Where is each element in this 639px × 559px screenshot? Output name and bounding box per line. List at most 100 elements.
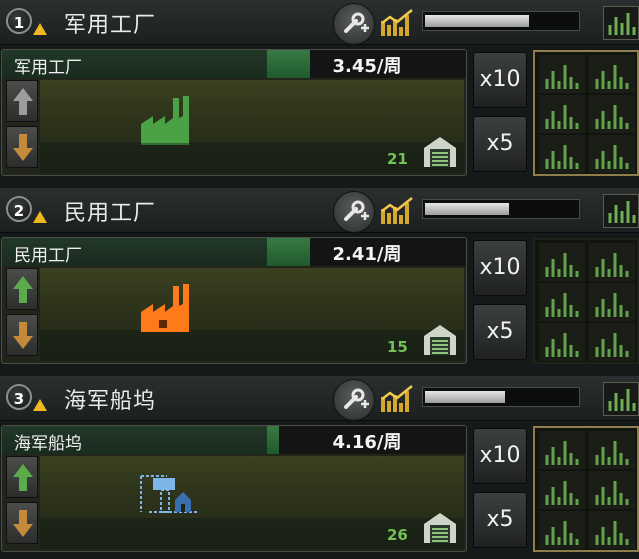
equipment-chart-icon xyxy=(595,65,629,89)
equipment-chart-icon xyxy=(595,145,629,169)
template-cell[interactable] xyxy=(539,323,585,361)
edit-production-button[interactable] xyxy=(333,3,375,45)
template-cell[interactable] xyxy=(589,283,635,321)
production-line-label: 海军船坞 xyxy=(14,434,82,454)
progress-fill xyxy=(425,15,529,27)
equipment-chart-icon xyxy=(608,389,636,411)
equipment-chart-icon xyxy=(545,105,579,129)
priority-up-button[interactable] xyxy=(6,456,38,498)
production-output-rate: 3.45/周 xyxy=(332,56,402,77)
template-cell[interactable] xyxy=(539,283,585,321)
equipment-template-grid[interactable] xyxy=(533,238,639,364)
production-progress-bar xyxy=(422,387,580,407)
template-cell[interactable] xyxy=(589,323,635,361)
military-factory-icon xyxy=(141,96,189,145)
line-efficiency-fill xyxy=(267,426,279,454)
template-cell[interactable] xyxy=(539,243,585,281)
equipment-chart-icon xyxy=(608,13,636,35)
x5-button[interactable]: x5 xyxy=(473,304,527,360)
template-cell[interactable] xyxy=(589,95,635,133)
template-cell[interactable] xyxy=(539,135,585,173)
template-cell[interactable] xyxy=(539,55,585,93)
template-cell[interactable] xyxy=(589,243,635,281)
template-cell[interactable] xyxy=(589,135,635,173)
priority-up-button[interactable] xyxy=(6,80,38,122)
production-progress-bar xyxy=(422,199,580,219)
civilian-factory-icon xyxy=(141,284,189,332)
wrench-plus-icon xyxy=(344,388,369,409)
wrench-plus-icon xyxy=(344,12,369,33)
equipment-chart-icon xyxy=(545,145,579,169)
production-line-3: 3 海军船坞 海军船坞 4.16/周 26 x10 x5 xyxy=(0,376,639,559)
warehouse-icon[interactable] xyxy=(422,322,458,358)
equipment-template-grid[interactable] xyxy=(533,50,639,176)
production-line-bar: 民用工厂 2.41/周 xyxy=(2,238,466,266)
x10-button[interactable]: x10 xyxy=(473,240,527,296)
priority-number-badge[interactable]: 2 xyxy=(6,196,32,222)
warning-icon xyxy=(33,211,47,223)
production-line-label: 民用工厂 xyxy=(14,246,82,266)
equipment-chart-icon xyxy=(595,481,629,505)
template-cell[interactable] xyxy=(539,511,585,549)
production-line-body: 海军船坞 4.16/周 26 xyxy=(1,425,467,552)
chart-icon[interactable] xyxy=(380,7,416,39)
production-line-2: 2 民用工厂 民用工厂 2.41/周 15 x10 x5 xyxy=(0,188,639,371)
production-line-body: 军用工厂 3.45/周 21 xyxy=(1,49,467,176)
template-cell[interactable] xyxy=(539,471,585,509)
naval-dockyard-icon xyxy=(140,475,197,513)
chart-icon[interactable] xyxy=(380,195,416,227)
production-progress-bar xyxy=(422,11,580,31)
production-output-rate: 2.41/周 xyxy=(332,244,402,265)
arrow-down-icon xyxy=(13,510,33,537)
template-cell[interactable] xyxy=(539,95,585,133)
priority-number-badge[interactable]: 1 xyxy=(6,8,32,34)
x10-button[interactable]: x10 xyxy=(473,428,527,484)
warning-icon xyxy=(33,399,47,411)
template-mini-button[interactable] xyxy=(603,194,639,228)
x5-button[interactable]: x5 xyxy=(473,492,527,548)
equipment-template-grid[interactable] xyxy=(533,426,639,552)
template-cell[interactable] xyxy=(589,55,635,93)
template-cell[interactable] xyxy=(589,471,635,509)
equipment-chart-icon xyxy=(545,65,579,89)
x5-button[interactable]: x5 xyxy=(473,116,527,172)
priority-down-button[interactable] xyxy=(6,126,38,168)
template-cell[interactable] xyxy=(539,431,585,469)
priority-down-button[interactable] xyxy=(6,314,38,356)
arrow-up-icon xyxy=(13,464,33,491)
warehouse-icon[interactable] xyxy=(422,134,458,170)
equipment-chart-icon xyxy=(608,201,636,223)
equipment-chart-icon xyxy=(595,293,629,317)
production-line-label: 军用工厂 xyxy=(14,58,82,78)
equipment-chart-icon xyxy=(595,253,629,277)
production-line-header: 3 海军船坞 xyxy=(0,376,639,421)
equipment-chart-icon xyxy=(545,253,579,277)
factory-count: 21 xyxy=(387,150,408,168)
equipment-chart-icon xyxy=(595,333,629,357)
template-cell[interactable] xyxy=(589,431,635,469)
template-cell[interactable] xyxy=(589,511,635,549)
x10-button[interactable]: x10 xyxy=(473,52,527,108)
equipment-chart-icon xyxy=(545,481,579,505)
production-line-header: 2 民用工厂 xyxy=(0,188,639,233)
priority-up-button[interactable] xyxy=(6,268,38,310)
equipment-chart-icon xyxy=(545,333,579,357)
equipment-chart-icon xyxy=(595,521,629,545)
production-line-body: 民用工厂 2.41/周 15 xyxy=(1,237,467,364)
priority-number-badge[interactable]: 3 xyxy=(6,384,32,410)
template-mini-button[interactable] xyxy=(603,6,639,40)
template-mini-button[interactable] xyxy=(603,382,639,416)
production-output-rate: 4.16/周 xyxy=(332,432,402,453)
chart-icon[interactable] xyxy=(380,383,416,415)
edit-production-button[interactable] xyxy=(333,379,375,421)
equipment-chart-icon xyxy=(595,105,629,129)
production-line-header: 1 军用工厂 xyxy=(0,0,639,45)
equipment-chart-icon xyxy=(545,293,579,317)
priority-down-button[interactable] xyxy=(6,502,38,544)
warehouse-icon[interactable] xyxy=(422,510,458,546)
edit-production-button[interactable] xyxy=(333,191,375,233)
line-efficiency-fill xyxy=(267,50,310,78)
production-line-1: 1 军用工厂 军用工厂 3.45/周 21 x10 x5 xyxy=(0,0,639,183)
production-line-bar: 海军船坞 4.16/周 xyxy=(2,426,466,454)
arrow-down-icon xyxy=(13,134,33,161)
